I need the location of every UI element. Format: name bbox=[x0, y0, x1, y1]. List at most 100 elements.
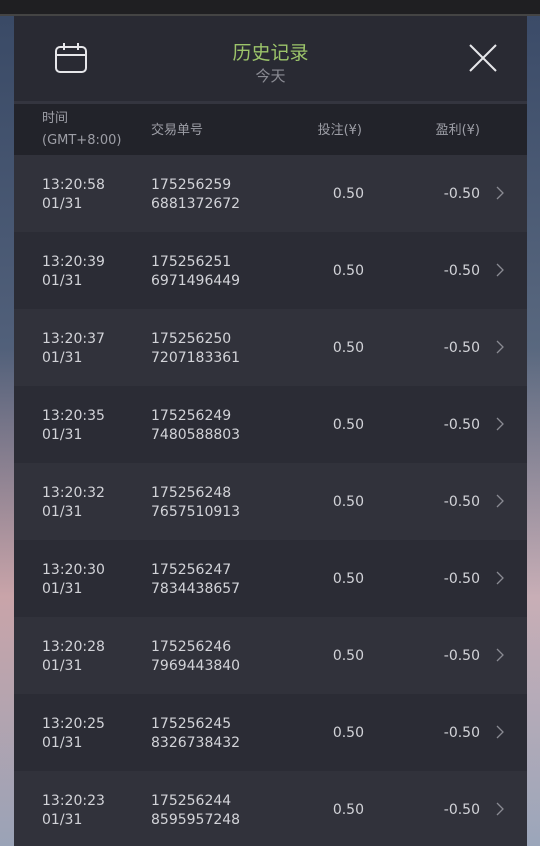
column-time-zone: (GMT+8:00) bbox=[42, 133, 122, 148]
column-time-label: 时间 bbox=[42, 111, 69, 126]
row-time: 13:20:37 01/31 bbox=[42, 330, 105, 368]
row-order-id: 175256250 7207183361 bbox=[151, 330, 240, 368]
table-row[interactable]: 13:20:23 01/31 175256244 8595957248 0.50… bbox=[14, 771, 527, 846]
panel-header: 历史记录 今天 bbox=[14, 16, 527, 104]
row-order-id-part2: 6881372672 bbox=[151, 196, 241, 212]
close-icon bbox=[469, 44, 497, 72]
history-list: 13:20:58 01/31 175256259 6881372672 0.50… bbox=[14, 155, 527, 846]
row-date-value: 01/31 bbox=[42, 350, 83, 366]
column-profit: 盈利(¥) bbox=[435, 123, 480, 138]
row-time-value: 13:20:58 bbox=[42, 177, 105, 193]
page-title: 历史记录 bbox=[232, 42, 309, 64]
row-order-id-part1: 175256250 bbox=[151, 331, 232, 347]
browser-top-bar bbox=[0, 0, 540, 16]
row-order-id: 175256249 7480588803 bbox=[151, 407, 240, 445]
row-bet: 0.50 bbox=[332, 648, 364, 664]
column-bet: 投注(¥) bbox=[317, 123, 362, 138]
chevron-right-icon[interactable] bbox=[495, 262, 505, 278]
row-order-id-part1: 175256259 bbox=[151, 177, 232, 193]
row-order-id-part2: 7480588803 bbox=[151, 427, 241, 443]
page-subtitle: 今天 bbox=[255, 67, 286, 85]
row-order-id-part1: 175256251 bbox=[151, 254, 232, 270]
row-bet: 0.50 bbox=[332, 340, 364, 356]
row-bet: 0.50 bbox=[332, 263, 364, 279]
row-order-id-part1: 175256246 bbox=[151, 639, 232, 655]
row-profit: -0.50 bbox=[443, 725, 480, 741]
row-date-value: 01/31 bbox=[42, 196, 83, 212]
row-profit: -0.50 bbox=[443, 648, 480, 664]
chevron-right-icon[interactable] bbox=[495, 570, 505, 586]
column-order-id: 交易单号 bbox=[151, 123, 204, 138]
row-time: 13:20:30 01/31 bbox=[42, 561, 105, 599]
row-profit: -0.50 bbox=[443, 494, 480, 510]
row-time: 13:20:23 01/31 bbox=[42, 792, 105, 830]
row-date-value: 01/31 bbox=[42, 504, 83, 520]
chevron-right-icon[interactable] bbox=[495, 801, 505, 817]
row-date-value: 01/31 bbox=[42, 427, 83, 443]
row-profit: -0.50 bbox=[443, 417, 480, 433]
row-order-id: 175256248 7657510913 bbox=[151, 484, 240, 522]
row-order-id: 175256259 6881372672 bbox=[151, 176, 240, 214]
background-right bbox=[527, 16, 540, 846]
row-time-value: 13:20:30 bbox=[42, 562, 105, 578]
row-time: 13:20:32 01/31 bbox=[42, 484, 105, 522]
row-order-id: 175256245 8326738432 bbox=[151, 715, 240, 753]
row-time-value: 13:20:39 bbox=[42, 254, 105, 270]
row-date-value: 01/31 bbox=[42, 658, 83, 674]
table-row[interactable]: 13:20:58 01/31 175256259 6881372672 0.50… bbox=[14, 155, 527, 232]
row-time: 13:20:58 01/31 bbox=[42, 176, 105, 214]
chevron-right-icon[interactable] bbox=[495, 493, 505, 509]
row-order-id-part2: 7834438657 bbox=[151, 581, 241, 597]
table-row[interactable]: 13:20:28 01/31 175256246 7969443840 0.50… bbox=[14, 617, 527, 694]
table-row[interactable]: 13:20:32 01/31 175256248 7657510913 0.50… bbox=[14, 463, 527, 540]
chevron-right-icon[interactable] bbox=[495, 339, 505, 355]
row-date-value: 01/31 bbox=[42, 735, 83, 751]
background-left bbox=[0, 16, 14, 846]
row-order-id-part1: 175256247 bbox=[151, 562, 232, 578]
row-order-id: 175256247 7834438657 bbox=[151, 561, 240, 599]
row-bet: 0.50 bbox=[332, 725, 364, 741]
table-row[interactable]: 13:20:39 01/31 175256251 6971496449 0.50… bbox=[14, 232, 527, 309]
close-button[interactable] bbox=[467, 42, 499, 74]
row-order-id-part2: 7969443840 bbox=[151, 658, 241, 674]
row-profit: -0.50 bbox=[443, 263, 480, 279]
column-time: 时间 (GMT+8:00) bbox=[42, 108, 121, 152]
row-time: 13:20:39 01/31 bbox=[42, 253, 105, 291]
row-order-id-part1: 175256244 bbox=[151, 793, 232, 809]
table-row[interactable]: 13:20:37 01/31 175256250 7207183361 0.50… bbox=[14, 309, 527, 386]
table-row[interactable]: 13:20:30 01/31 175256247 7834438657 0.50… bbox=[14, 540, 527, 617]
chevron-right-icon[interactable] bbox=[495, 416, 505, 432]
row-time-value: 13:20:35 bbox=[42, 408, 105, 424]
row-date-value: 01/31 bbox=[42, 581, 83, 597]
table-row[interactable]: 13:20:25 01/31 175256245 8326738432 0.50… bbox=[14, 694, 527, 771]
row-order-id-part1: 175256249 bbox=[151, 408, 232, 424]
row-time-value: 13:20:32 bbox=[42, 485, 105, 501]
row-bet: 0.50 bbox=[332, 571, 364, 587]
row-order-id-part1: 175256245 bbox=[151, 716, 232, 732]
table-row[interactable]: 13:20:35 01/31 175256249 7480588803 0.50… bbox=[14, 386, 527, 463]
row-bet: 0.50 bbox=[332, 802, 364, 818]
row-time: 13:20:35 01/31 bbox=[42, 407, 105, 445]
history-panel: 历史记录 今天 时间 (GMT+8:00) 交易单号 投注(¥) 盈利(¥) 1… bbox=[14, 16, 527, 846]
chevron-right-icon[interactable] bbox=[495, 185, 505, 201]
row-order-id-part2: 6971496449 bbox=[151, 273, 241, 289]
row-profit: -0.50 bbox=[443, 571, 480, 587]
chevron-right-icon[interactable] bbox=[495, 647, 505, 663]
row-order-id-part2: 7207183361 bbox=[151, 350, 241, 366]
row-profit: -0.50 bbox=[443, 340, 480, 356]
chevron-right-icon[interactable] bbox=[495, 724, 505, 740]
row-time-value: 13:20:23 bbox=[42, 793, 105, 809]
row-profit: -0.50 bbox=[443, 186, 480, 202]
row-time-value: 13:20:37 bbox=[42, 331, 105, 347]
row-time-value: 13:20:28 bbox=[42, 639, 105, 655]
row-order-id: 175256251 6971496449 bbox=[151, 253, 240, 291]
row-bet: 0.50 bbox=[332, 417, 364, 433]
row-order-id-part2: 7657510913 bbox=[151, 504, 241, 520]
row-order-id-part1: 175256248 bbox=[151, 485, 232, 501]
row-time: 13:20:25 01/31 bbox=[42, 715, 105, 753]
table-header: 时间 (GMT+8:00) 交易单号 投注(¥) 盈利(¥) bbox=[14, 104, 527, 155]
row-date-value: 01/31 bbox=[42, 273, 83, 289]
row-bet: 0.50 bbox=[332, 494, 364, 510]
row-time-value: 13:20:25 bbox=[42, 716, 105, 732]
row-order-id-part2: 8326738432 bbox=[151, 735, 241, 751]
